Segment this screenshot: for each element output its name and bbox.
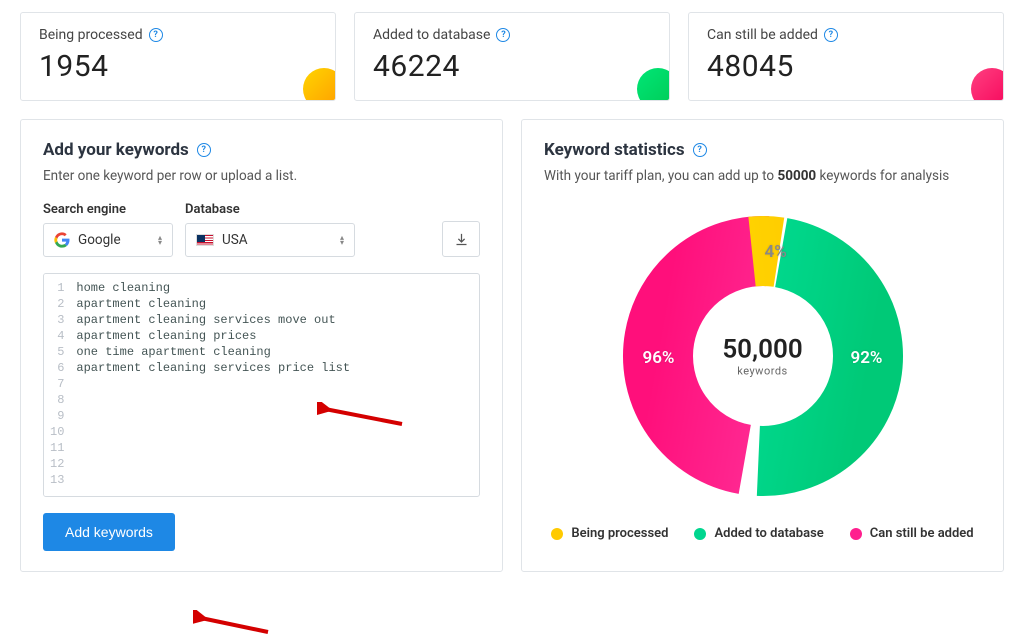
- stat-label: Being processed ?: [39, 27, 317, 43]
- pct-label-remaining: 96%: [643, 348, 675, 368]
- help-icon[interactable]: ?: [197, 143, 211, 157]
- download-button[interactable]: [442, 221, 480, 257]
- help-icon[interactable]: ?: [693, 143, 707, 157]
- legend-item-added: Added to database: [694, 526, 823, 541]
- stat-label-text: Being processed: [39, 27, 143, 43]
- add-keywords-button[interactable]: Add keywords: [43, 513, 175, 551]
- search-engine-label: Search engine: [43, 202, 173, 217]
- keyword-lines: home cleaningapartment cleaningapartment…: [72, 274, 479, 496]
- add-keywords-button-label: Add keywords: [65, 524, 153, 540]
- database-label: Database: [185, 202, 355, 217]
- stat-value: 1954: [39, 49, 317, 84]
- legend-item-remaining: Can still be added: [850, 526, 974, 541]
- donut-center: 50,000 keywords: [722, 335, 802, 378]
- donut-legend: Being processed Added to database Can st…: [551, 526, 973, 541]
- stat-label: Can still be added ?: [707, 27, 985, 43]
- stat-card-added: Added to database ? 46224: [354, 12, 670, 101]
- help-icon[interactable]: ?: [824, 28, 838, 42]
- subtitle-suffix: keywords for analysis: [816, 168, 949, 184]
- download-icon: [454, 232, 469, 247]
- subtitle-prefix: With your tariff plan, you can add up to: [544, 168, 777, 184]
- subtitle-bold: 50000: [777, 168, 816, 184]
- pct-label-added: 92%: [851, 348, 883, 368]
- panel-title-text: Add your keywords: [43, 140, 189, 160]
- donut-chart: 50,000 keywords 4% 92% 96%: [613, 206, 913, 506]
- stat-value: 48045: [707, 49, 985, 84]
- database-value: USA: [222, 232, 248, 248]
- legend-item-processed: Being processed: [551, 526, 668, 541]
- donut-center-value: 50,000: [722, 335, 802, 365]
- keyword-statistics-panel: Keyword statistics ? With your tariff pl…: [521, 119, 1004, 572]
- annotation-arrow-icon: [193, 610, 273, 640]
- legend-label: Being processed: [571, 526, 668, 541]
- stat-value: 46224: [373, 49, 651, 84]
- legend-dot: [850, 528, 862, 540]
- search-engine-value: Google: [78, 232, 121, 248]
- legend-label: Can still be added: [870, 526, 974, 541]
- database-select[interactable]: USA ▴▾: [185, 223, 355, 257]
- panel-title: Add your keywords ?: [43, 140, 480, 160]
- pct-label-processed: 4%: [765, 242, 787, 262]
- help-icon[interactable]: ?: [496, 28, 510, 42]
- stat-card-processed: Being processed ? 1954: [20, 12, 336, 101]
- legend-dot: [694, 528, 706, 540]
- legend-dot: [551, 528, 563, 540]
- stat-label: Added to database ?: [373, 27, 651, 43]
- stat-label-text: Added to database: [373, 27, 490, 43]
- add-keywords-panel: Add your keywords ? Enter one keyword pe…: [20, 119, 503, 572]
- donut-center-label: keywords: [722, 365, 802, 378]
- panel-subtitle: Enter one keyword per row or upload a li…: [43, 168, 480, 184]
- keywords-textarea[interactable]: 12345678910111213 home cleaningapartment…: [43, 273, 480, 497]
- google-icon: [54, 232, 70, 248]
- stat-label-text: Can still be added: [707, 27, 818, 43]
- search-engine-select[interactable]: Google ▴▾: [43, 223, 173, 257]
- flag-usa-icon: [196, 234, 214, 246]
- legend-label: Added to database: [714, 526, 823, 541]
- line-gutter: 12345678910111213: [44, 274, 72, 496]
- help-icon[interactable]: ?: [149, 28, 163, 42]
- panel-title-text: Keyword statistics: [544, 140, 685, 160]
- panel-title: Keyword statistics ?: [544, 140, 981, 160]
- chevron-updown-icon: ▴▾: [340, 235, 344, 245]
- stat-card-remaining: Can still be added ? 48045: [688, 12, 1004, 101]
- chevron-updown-icon: ▴▾: [158, 235, 162, 245]
- panel-subtitle: With your tariff plan, you can add up to…: [544, 168, 981, 184]
